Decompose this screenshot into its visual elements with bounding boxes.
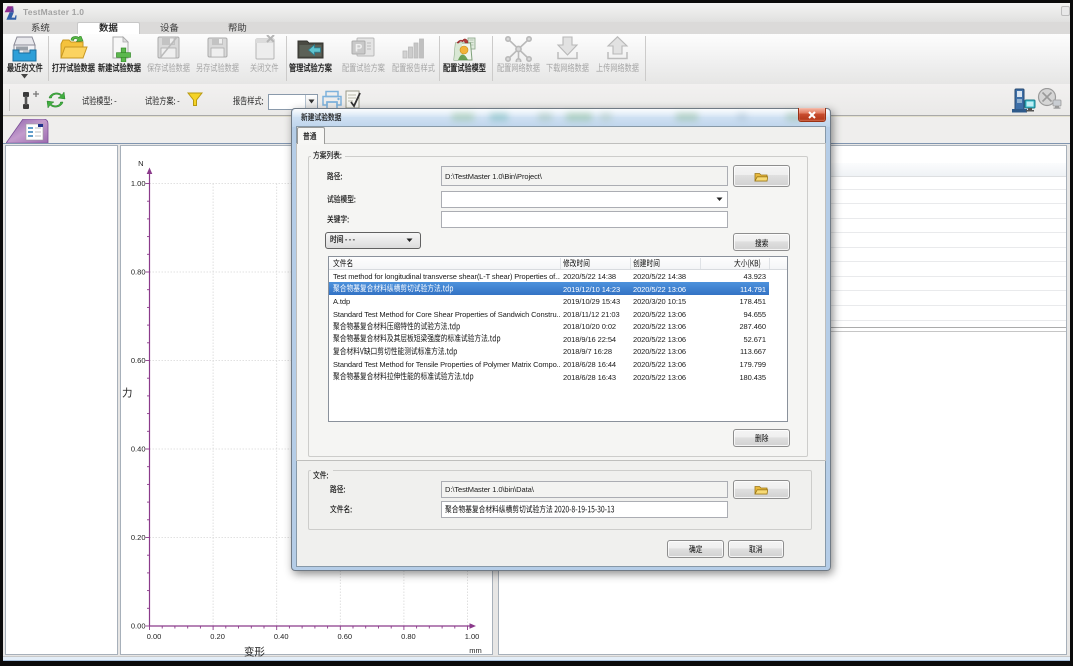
svg-text:0.60: 0.60 xyxy=(130,356,145,365)
svg-text:0.00: 0.00 xyxy=(146,632,161,641)
svg-text:1.00: 1.00 xyxy=(464,632,479,641)
svg-text:1.00: 1.00 xyxy=(130,179,145,188)
svg-text:N: N xyxy=(138,159,143,168)
svg-text:0.40: 0.40 xyxy=(130,444,145,453)
svg-text:P: P xyxy=(355,43,362,55)
svg-text:mm: mm xyxy=(469,646,482,655)
svg-text:0.20: 0.20 xyxy=(210,632,225,641)
svg-text:0.20: 0.20 xyxy=(130,533,145,542)
svg-text:0.00: 0.00 xyxy=(130,621,145,630)
svg-text:0.80: 0.80 xyxy=(401,632,416,641)
svg-text:0.80: 0.80 xyxy=(130,267,145,276)
svg-text:0.40: 0.40 xyxy=(273,632,288,641)
svg-text:0.60: 0.60 xyxy=(337,632,352,641)
